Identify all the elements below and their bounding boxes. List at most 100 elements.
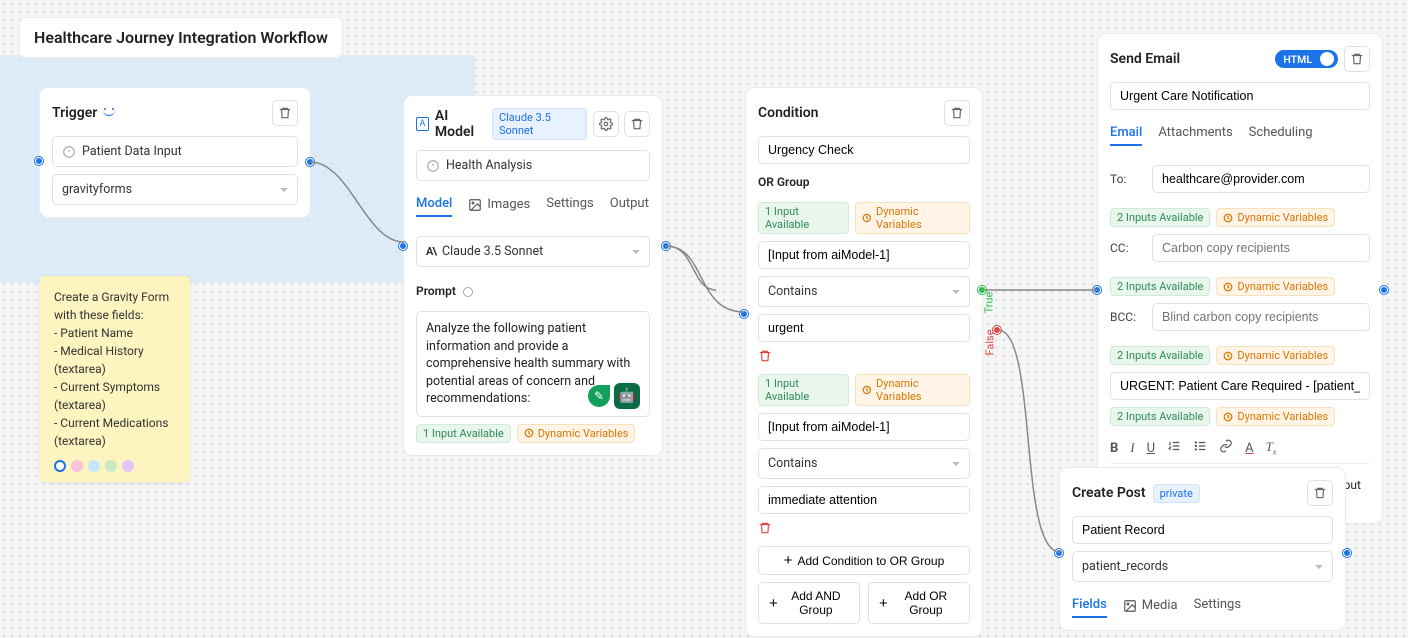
true-label: True: [982, 292, 995, 314]
delete-button[interactable]: [624, 111, 650, 137]
dynamic-variables-pill[interactable]: Dynamic Variables: [517, 424, 636, 443]
bcc-input[interactable]: [1152, 303, 1370, 331]
sticky-color-option[interactable]: [105, 460, 117, 472]
dynamic-variables-pill[interactable]: Dynamic Variables: [855, 374, 970, 406]
inputs-available-pill[interactable]: 2 Inputs Available: [1110, 407, 1210, 426]
clear-format-button[interactable]: Tx: [1266, 439, 1277, 457]
tab-fields[interactable]: Fields: [1072, 597, 1107, 618]
bot-icon[interactable]: 🤖: [614, 383, 640, 409]
rule-op-text: Contains: [768, 456, 817, 471]
delete-button[interactable]: [1307, 480, 1333, 506]
rule-value-input[interactable]: [758, 486, 970, 514]
condition-node[interactable]: Condition OR Group 1 Input Available Dyn…: [746, 88, 982, 636]
delete-rule-button[interactable]: [758, 349, 970, 367]
port-in[interactable]: [1055, 549, 1063, 557]
rule-source-input[interactable]: [758, 241, 970, 269]
ai-model-node[interactable]: A AI Model Claude 3.5 Sonnet Health Anal…: [404, 96, 662, 455]
post-type-select[interactable]: patient_records: [1072, 551, 1333, 582]
create-post-node[interactable]: Create Post private patient_records Fiel…: [1060, 468, 1345, 630]
add-and-text: Add AND Group: [783, 589, 849, 617]
inputs-available-pill[interactable]: 1 Input Available: [416, 424, 511, 443]
port-in[interactable]: [399, 242, 407, 250]
add-and-group-button[interactable]: + Add AND Group: [758, 582, 860, 624]
delete-button[interactable]: [272, 100, 298, 126]
rule-value-input[interactable]: [758, 314, 970, 342]
port-in[interactable]: [35, 157, 43, 165]
port-out[interactable]: [306, 158, 314, 166]
sticky-color-picker[interactable]: [54, 460, 176, 472]
html-toggle-label: HTML: [1279, 53, 1316, 66]
dyn-vars-text: Dynamic Variables: [1237, 349, 1328, 362]
rule-op-select[interactable]: Contains: [758, 276, 970, 307]
port-out[interactable]: [1380, 286, 1388, 294]
sticky-color-option[interactable]: [71, 460, 83, 472]
email-name-input[interactable]: [1110, 82, 1370, 110]
trigger-node[interactable]: Trigger Patient Data Input gravityforms: [40, 88, 310, 217]
dyn-vars-text: Dynamic Variables: [1237, 280, 1328, 293]
edit-icon[interactable]: ✎: [588, 385, 610, 407]
to-input[interactable]: [1152, 165, 1370, 193]
rule-op-select[interactable]: Contains: [758, 448, 970, 479]
dynamic-variables-pill[interactable]: Dynamic Variables: [1216, 346, 1335, 365]
trigger-name-input[interactable]: Patient Data Input: [52, 136, 298, 167]
post-name-input[interactable]: [1072, 516, 1333, 544]
model-select[interactable]: A\ Claude 3.5 Sonnet: [416, 236, 650, 267]
port-out[interactable]: [1343, 549, 1351, 557]
ai-name-input[interactable]: Health Analysis: [416, 150, 650, 181]
inputs-available-pill[interactable]: 1 Input Available: [758, 374, 849, 406]
tab-settings[interactable]: Settings: [546, 196, 593, 217]
unordered-list-button[interactable]: [1193, 439, 1207, 457]
sticky-color-option[interactable]: [122, 460, 134, 472]
add-or-group-button[interactable]: + Add OR Group: [868, 582, 970, 624]
add-condition-button[interactable]: + Add Condition to OR Group: [758, 546, 970, 575]
underline-button[interactable]: U: [1147, 441, 1155, 456]
tab-scheduling[interactable]: Scheduling: [1249, 125, 1313, 146]
port-out[interactable]: [662, 242, 670, 250]
post-tabs: Fields Media Settings: [1072, 597, 1333, 618]
link-button[interactable]: [1219, 439, 1233, 457]
tab-settings[interactable]: Settings: [1194, 597, 1241, 618]
bold-button[interactable]: B: [1110, 441, 1118, 456]
tab-media[interactable]: Media: [1123, 597, 1178, 618]
rule-source-input[interactable]: [758, 413, 970, 441]
prompt-label: Prompt: [416, 284, 456, 298]
inputs-available-pill[interactable]: 2 Inputs Available: [1110, 346, 1210, 365]
email-node[interactable]: Send Email HTML Email Attachments Schedu…: [1098, 34, 1382, 523]
text-color-button[interactable]: A: [1245, 441, 1253, 456]
tab-images-label: Images: [487, 197, 530, 212]
tab-attachments[interactable]: Attachments: [1158, 125, 1232, 146]
inputs-available-pill[interactable]: 2 Inputs Available: [1110, 277, 1210, 296]
dynamic-variables-pill[interactable]: Dynamic Variables: [1216, 407, 1335, 426]
tab-images[interactable]: Images: [468, 196, 530, 217]
trigger-source-select[interactable]: gravityforms: [52, 174, 298, 205]
italic-button[interactable]: I: [1130, 440, 1134, 456]
sticky-color-option[interactable]: [88, 460, 100, 472]
connector-true-email: [984, 286, 1098, 296]
inputs-available-pill[interactable]: 1 Input Available: [758, 202, 849, 234]
delete-button[interactable]: [1344, 46, 1370, 72]
ordered-list-button[interactable]: [1167, 439, 1181, 457]
inputs-available-pill[interactable]: 2 Inputs Available: [1110, 208, 1210, 227]
delete-button[interactable]: [944, 100, 970, 126]
dynamic-variables-pill[interactable]: Dynamic Variables: [1216, 208, 1335, 227]
html-toggle[interactable]: HTML: [1275, 50, 1338, 68]
connector-false-post: [998, 328, 1062, 556]
cc-input[interactable]: [1152, 234, 1370, 262]
trigger-source-text: gravityforms: [62, 182, 132, 197]
connector-ai-condition: [666, 240, 746, 318]
tab-output[interactable]: Output: [610, 196, 649, 217]
sticky-note[interactable]: Create a Gravity Form with these fields:…: [40, 276, 190, 482]
sticky-color-option[interactable]: [54, 460, 66, 472]
tab-email[interactable]: Email: [1110, 125, 1142, 146]
subject-input[interactable]: [1110, 372, 1370, 400]
dynamic-variables-pill[interactable]: Dynamic Variables: [1216, 277, 1335, 296]
delete-rule-button[interactable]: [758, 521, 970, 539]
settings-button[interactable]: [593, 111, 619, 137]
tab-model[interactable]: Model: [416, 196, 452, 217]
port-in[interactable]: [1093, 286, 1101, 294]
port-in[interactable]: [740, 310, 748, 318]
dynamic-variables-pill[interactable]: Dynamic Variables: [855, 202, 970, 234]
condition-name-input[interactable]: [758, 136, 970, 164]
sticky-line: - Current Medications (textarea): [54, 414, 176, 450]
rule-op-text: Contains: [768, 284, 817, 299]
